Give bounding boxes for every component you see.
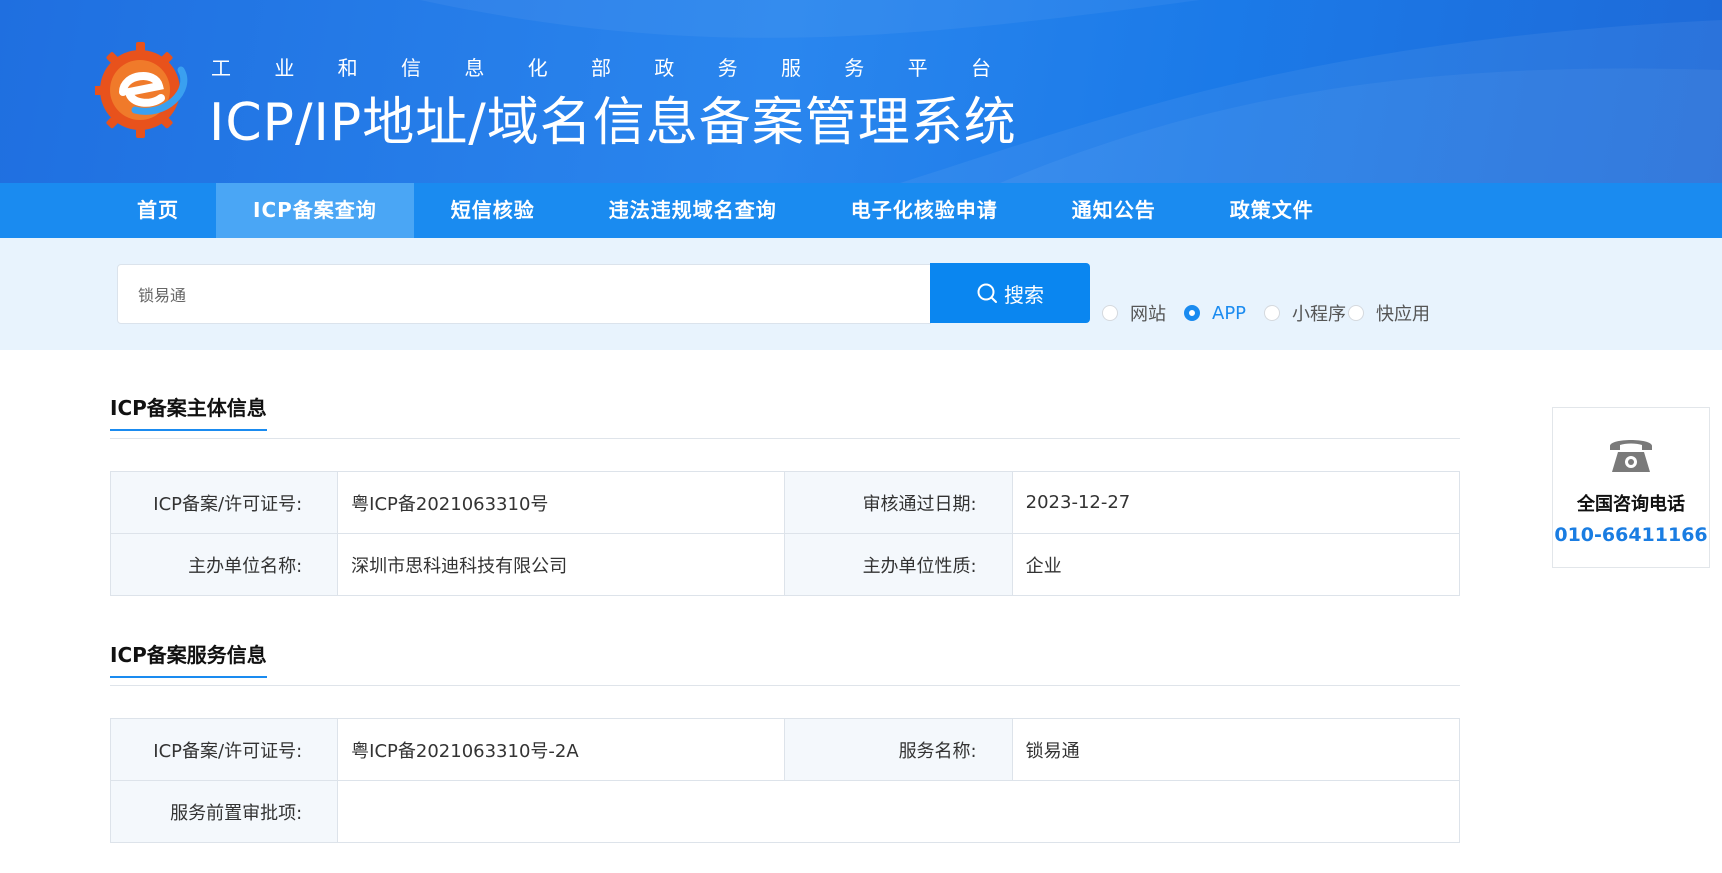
radio-mini-program[interactable]: 小程序 — [1264, 300, 1346, 326]
nav-item-home[interactable]: 首页 — [100, 183, 216, 238]
field-value: 粤ICP备2021063310号 — [337, 471, 786, 534]
field-label: 审核通过日期: — [784, 471, 1013, 534]
nav-item-policy-docs[interactable]: 政策文件 — [1193, 183, 1351, 238]
service-section-title: ICP备案服务信息 — [110, 639, 267, 678]
table-row: ICP备案/许可证号: 粤ICP备2021063310号-2A 服务名称: 锁易… — [109, 718, 1461, 781]
ministry-subtitle: 工 业 和 信 息 化 部 政 务 服 务 平 台 — [211, 56, 991, 80]
radio-dot — [1264, 305, 1281, 321]
radio-label: 小程序 — [1292, 304, 1347, 325]
table-row: 主办单位名称: 深圳市思科迪科技有限公司 主办单位性质: 企业 — [109, 533, 1461, 596]
search-button-label: 搜索 — [1004, 282, 1044, 307]
radio-dot — [1348, 305, 1365, 321]
radio-label: APP — [1212, 302, 1247, 324]
field-value: 深圳市思科迪科技有限公司 — [337, 533, 786, 596]
radio-website[interactable]: 网站 — [1102, 300, 1166, 326]
field-value — [337, 780, 1460, 843]
section-divider — [110, 438, 1460, 439]
contact-label: 全国咨询电话 — [1577, 494, 1685, 515]
contact-card: 全国咨询电话 010-66411166 — [1552, 407, 1710, 568]
table-row: ICP备案/许可证号: 粤ICP备2021063310号 审核通过日期: 202… — [109, 471, 1461, 534]
telephone-icon — [1610, 440, 1652, 472]
field-label: 服务名称: — [784, 718, 1013, 781]
section-divider — [110, 685, 1460, 686]
field-value: 2023-12-27 — [1011, 471, 1461, 534]
field-label: ICP备案/许可证号: — [109, 471, 339, 534]
service-info-table: ICP备案/许可证号: 粤ICP备2021063310号-2A 服务名称: 锁易… — [109, 718, 1461, 843]
main-nav: 首页 ICP备案查询 短信核验 违法违规域名查询 电子化核验申请 通知公告 政策… — [0, 183, 1722, 238]
nav-item-notices[interactable]: 通知公告 — [1035, 183, 1193, 238]
miit-logo-icon — [95, 42, 188, 138]
table-row: 服务前置审批项: — [109, 780, 1460, 843]
search-input[interactable] — [117, 264, 931, 324]
nav-item-illegal-domain-query[interactable]: 违法违规域名查询 — [572, 183, 814, 238]
radio-quick-app[interactable]: 快应用 — [1348, 300, 1430, 326]
radio-dot — [1184, 305, 1200, 321]
field-value: 企业 — [1011, 533, 1461, 596]
subject-info-table: ICP备案/许可证号: 粤ICP备2021063310号 审核通过日期: 202… — [109, 471, 1461, 596]
nav-item-sms-verify[interactable]: 短信核验 — [414, 183, 572, 238]
field-label: 服务前置审批项: — [109, 780, 339, 843]
radio-label: 快应用 — [1376, 304, 1431, 325]
search-button[interactable]: 搜索 — [930, 263, 1090, 323]
field-value: 锁易通 — [1011, 718, 1461, 781]
field-value: 粤ICP备2021063310号-2A — [337, 718, 786, 781]
search-type-radios: 网站 APP 小程序 快应用 — [1102, 300, 1448, 326]
system-title: ICP/IP地址/域名信息备案管理系统 — [209, 93, 1017, 153]
radio-app[interactable]: APP — [1184, 303, 1246, 324]
nav-item-icp-query[interactable]: ICP备案查询 — [216, 183, 414, 238]
header-banner: 工 业 和 信 息 化 部 政 务 服 务 平 台 ICP/IP地址/域名信息备… — [0, 0, 1722, 183]
search-icon — [977, 283, 997, 303]
field-label: ICP备案/许可证号: — [109, 718, 339, 781]
contact-phone[interactable]: 010-66411166 — [1553, 524, 1709, 546]
field-label: 主办单位性质: — [784, 533, 1013, 596]
nav-item-e-verify-apply[interactable]: 电子化核验申请 — [814, 183, 1035, 238]
radio-dot — [1102, 305, 1118, 321]
radio-label: 网站 — [1130, 304, 1166, 325]
subject-section-title: ICP备案主体信息 — [110, 392, 267, 431]
field-label: 主办单位名称: — [109, 533, 339, 596]
